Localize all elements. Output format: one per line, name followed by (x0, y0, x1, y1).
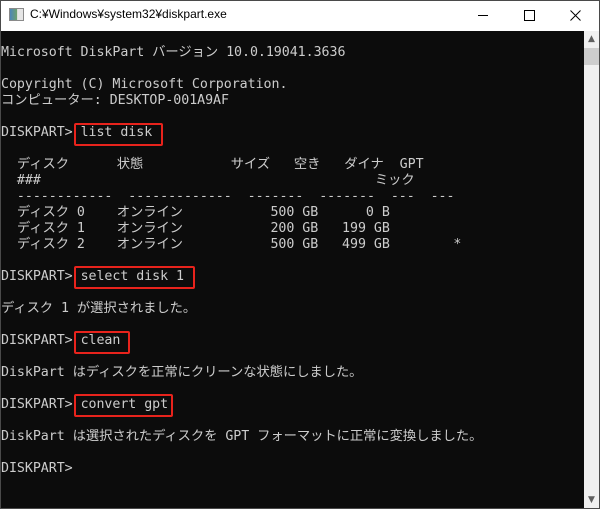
copyright-line: Copyright (C) Microsoft Corporation. (1, 77, 288, 92)
scroll-up-button[interactable]: ▲ (584, 31, 599, 47)
minimize-icon (478, 15, 488, 16)
current-prompt[interactable]: DISKPART> (1, 461, 81, 477)
maximize-icon (523, 10, 535, 21)
minimize-button[interactable] (460, 1, 506, 30)
table-row: ディスク 1 オンライン 200 GB 199 GB (1, 221, 390, 236)
scroll-thumb[interactable] (584, 48, 599, 65)
table-row: ディスク 2 オンライン 500 GB 499 GB * (1, 237, 462, 252)
prompt: DISKPART> (1, 333, 81, 348)
version-line: Microsoft DiskPart バージョン 10.0.19041.3636 (1, 45, 346, 60)
close-icon (569, 10, 581, 21)
convert-result-line: DiskPart は選択されたディスクを GPT フォーマットに正常に変換しまし… (1, 429, 483, 444)
table-header-row1: ディスク 状態 サイズ 空き ダイナ GPT (1, 157, 424, 172)
computer-line: コンピューター: DESKTOP-001A9AF (1, 93, 229, 108)
console-app-icon (9, 8, 24, 21)
vertical-scrollbar[interactable]: ▲ ▼ (584, 31, 599, 508)
command-highlight-box (74, 394, 173, 417)
prompt: DISKPART> (1, 269, 81, 284)
title-bar[interactable]: C:¥Windows¥system32¥diskpart.exe (1, 1, 599, 31)
prompt: DISKPART> (1, 397, 81, 412)
prompt: DISKPART> (1, 125, 81, 140)
console-margin (570, 31, 584, 508)
maximize-button[interactable] (506, 1, 552, 30)
diskpart-window: C:¥Windows¥system32¥diskpart.exe Microso… (0, 0, 600, 509)
command-highlight-box (74, 123, 163, 146)
select-result-line: ディスク 1 が選択されました。 (1, 301, 197, 316)
table-header-row2: ### ミック (1, 173, 415, 188)
clean-result-line: DiskPart はディスクを正常にクリーンな状態にしました。 (1, 365, 363, 380)
scroll-down-button[interactable]: ▼ (584, 492, 599, 508)
window-title: C:¥Windows¥system32¥diskpart.exe (30, 7, 227, 21)
console-output[interactable]: Microsoft DiskPart バージョン 10.0.19041.3636… (1, 31, 570, 508)
table-separator: ------------ ------------- ------- -----… (1, 189, 455, 204)
table-row: ディスク 0 オンライン 500 GB 0 B (1, 205, 390, 220)
chevron-up-icon: ▲ (588, 34, 595, 44)
close-button[interactable] (552, 1, 598, 30)
command-highlight-box (74, 266, 195, 289)
chevron-down-icon: ▼ (588, 495, 595, 505)
command-highlight-box (74, 331, 130, 354)
